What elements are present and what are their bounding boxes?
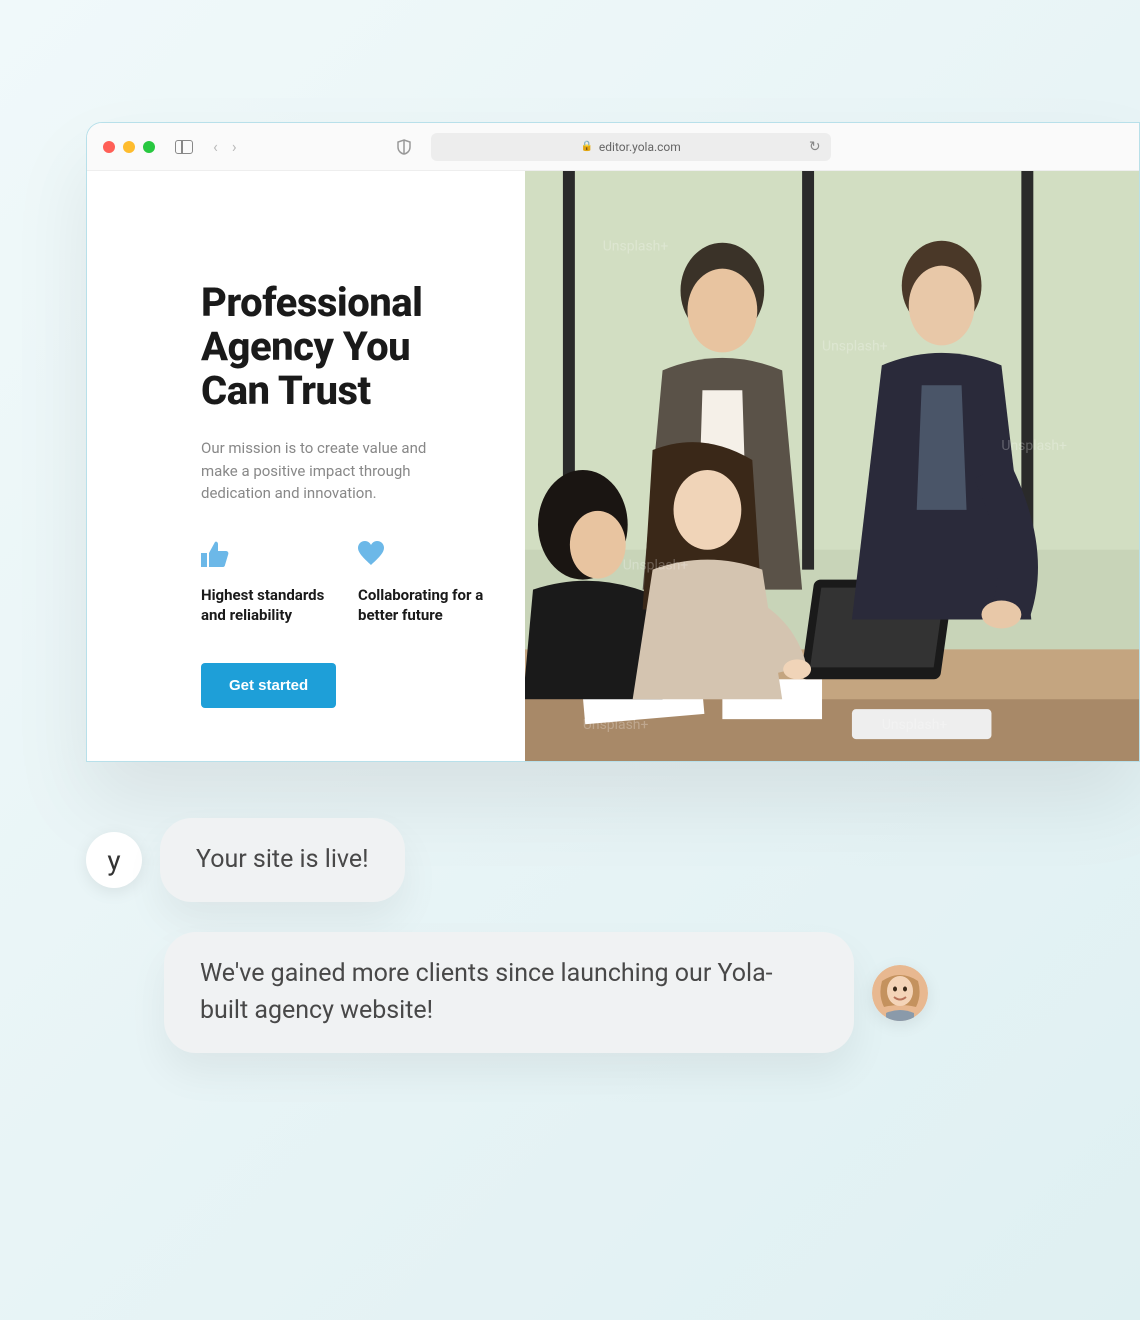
- svg-text:Unsplash+: Unsplash+: [623, 558, 689, 574]
- svg-text:Unsplash+: Unsplash+: [583, 717, 649, 733]
- svg-text:Unsplash+: Unsplash+: [603, 239, 669, 255]
- close-window-button[interactable]: [103, 141, 115, 153]
- hero-subtitle: Our mission is to create value and make …: [201, 437, 461, 505]
- hero-image: Unsplash+ Unsplash+ Unsplash+ Unsplash+ …: [525, 171, 1139, 761]
- back-button[interactable]: ‹: [213, 137, 218, 156]
- maximize-window-button[interactable]: [143, 141, 155, 153]
- nav-arrows: ‹ ›: [213, 137, 237, 156]
- page-content: Professional Agency You Can Trust Our mi…: [87, 171, 1139, 761]
- minimize-window-button[interactable]: [123, 141, 135, 153]
- feature-text: Collaborating for a better future: [358, 585, 485, 626]
- shield-icon: [397, 139, 411, 155]
- forward-button[interactable]: ›: [232, 137, 237, 156]
- chat-message: We've gained more clients since launchin…: [200, 959, 773, 1024]
- feature-standards: Highest standards and reliability: [201, 541, 328, 626]
- chat-message: Your site is live!: [196, 845, 369, 874]
- url-bar[interactable]: 🔒 editor.yola.com ↻: [431, 133, 831, 161]
- hero-section: Professional Agency You Can Trust Our mi…: [87, 171, 525, 761]
- features-row: Highest standards and reliability Collab…: [201, 541, 485, 626]
- svg-text:Unsplash+: Unsplash+: [1001, 438, 1067, 454]
- thumbs-up-icon: [201, 541, 328, 567]
- bot-avatar: y: [86, 832, 142, 888]
- refresh-icon[interactable]: ↻: [809, 139, 821, 155]
- feature-text: Highest standards and reliability: [201, 585, 328, 626]
- browser-toolbar: ‹ › 🔒 editor.yola.com ↻: [87, 123, 1139, 171]
- chat-container: y Your site is live! We've gained more c…: [86, 818, 956, 1083]
- svg-text:Unsplash+: Unsplash+: [822, 338, 888, 354]
- heart-icon: [358, 541, 485, 567]
- browser-window: ‹ › 🔒 editor.yola.com ↻ Professional Age…: [86, 122, 1140, 762]
- feature-collaboration: Collaborating for a better future: [358, 541, 485, 626]
- hero-title: Professional Agency You Can Trust: [201, 281, 485, 413]
- chat-bubble-user: We've gained more clients since launchin…: [164, 932, 854, 1053]
- chat-row-user: We've gained more clients since launchin…: [86, 932, 956, 1053]
- chat-bubble-bot: Your site is live!: [160, 818, 405, 902]
- sidebar-toggle-icon[interactable]: [175, 140, 193, 154]
- user-avatar: [872, 965, 928, 1021]
- chat-row-bot: y Your site is live!: [86, 818, 956, 902]
- lock-icon: 🔒: [580, 141, 592, 152]
- url-text: editor.yola.com: [599, 140, 681, 154]
- window-controls: [103, 141, 155, 153]
- get-started-button[interactable]: Get started: [201, 663, 336, 708]
- svg-text:Unsplash+: Unsplash+: [882, 717, 948, 733]
